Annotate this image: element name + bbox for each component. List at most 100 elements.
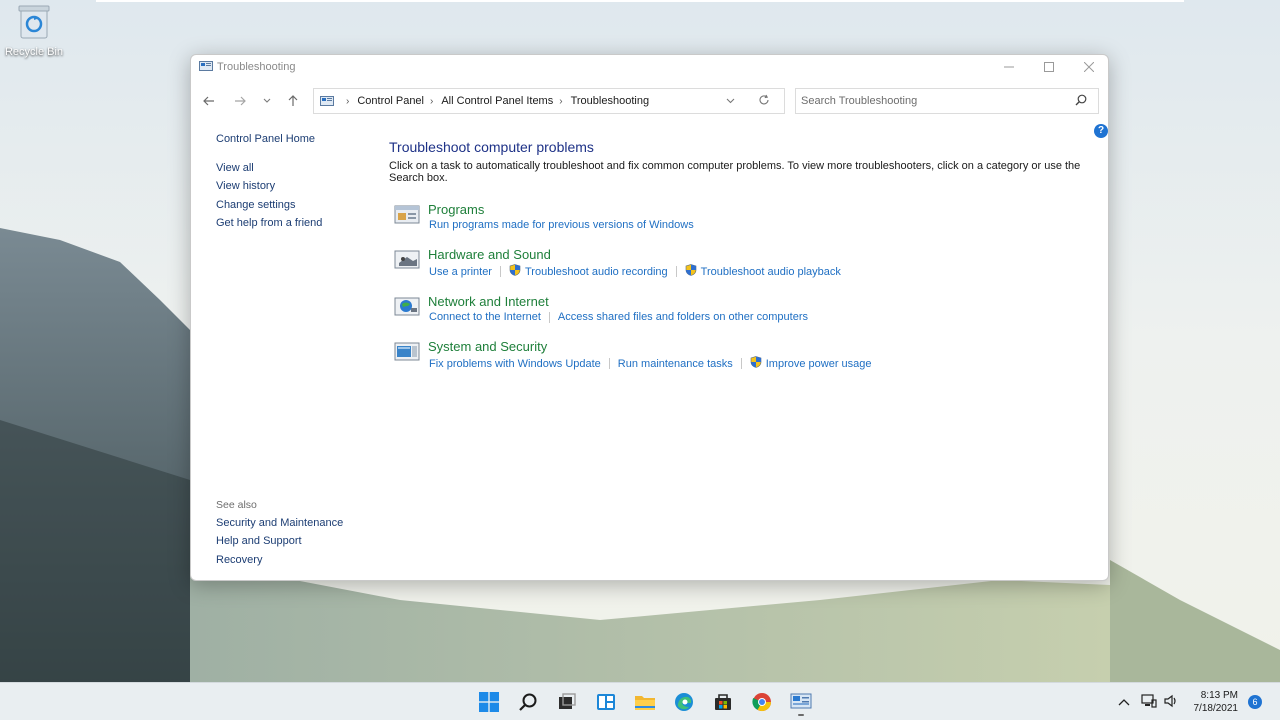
- maximize-icon: [1044, 62, 1054, 72]
- forward-button[interactable]: [230, 88, 250, 114]
- back-button[interactable]: [199, 88, 219, 114]
- breadcrumb-control-panel[interactable]: Control Panel: [357, 95, 424, 107]
- active-app-indicator: [798, 714, 804, 716]
- recent-locations-button[interactable]: [257, 88, 277, 114]
- window-title: Troubleshooting: [217, 61, 296, 73]
- recycle-bin-label: Recycle Bin: [4, 46, 64, 58]
- search-icon[interactable]: [516, 690, 540, 714]
- change-settings-link[interactable]: Change settings: [216, 199, 296, 211]
- close-button[interactable]: [1069, 55, 1108, 79]
- link-label: Fix problems with Windows Update: [429, 357, 601, 370]
- link-divider: [548, 311, 550, 323]
- link-label: Improve power usage: [765, 357, 872, 370]
- audio-playback-link[interactable]: Troubleshoot audio playback: [685, 264, 841, 279]
- chrome-icon[interactable]: [750, 690, 774, 714]
- audio-recording-link[interactable]: Troubleshoot audio recording: [509, 264, 668, 279]
- network-internet-icon: [393, 294, 421, 318]
- uac-shield-icon: [685, 264, 697, 279]
- edge-icon[interactable]: [672, 690, 696, 714]
- navigation-bar: › Control Panel › All Control Panel Item…: [191, 88, 1108, 114]
- recycle-bin-icon: [18, 4, 50, 40]
- title-bar[interactable]: Troubleshooting: [191, 55, 1108, 79]
- minimize-icon: [1004, 66, 1014, 68]
- link-divider: [499, 266, 501, 277]
- control-panel-icon: [320, 95, 334, 107]
- breadcrumb-troubleshooting[interactable]: Troubleshooting: [571, 95, 649, 107]
- task-view-icon[interactable]: [555, 690, 579, 714]
- control-panel-icon: [199, 61, 213, 72]
- volume-icon[interactable]: [1163, 694, 1179, 711]
- security-maintenance-link[interactable]: Security and Maintenance: [216, 517, 343, 529]
- top-edge-strip: [96, 0, 1184, 2]
- category-title-system-security[interactable]: System and Security: [428, 339, 547, 354]
- clock-time: 8:13 PM: [1200, 690, 1238, 701]
- control-panel-icon[interactable]: [789, 690, 813, 714]
- view-history-link[interactable]: View history: [216, 180, 275, 192]
- up-arrow-icon: [288, 95, 298, 106]
- forward-arrow-icon: [235, 96, 246, 106]
- use-printer-link[interactable]: Use a printer: [429, 266, 492, 278]
- link-divider: [740, 358, 742, 369]
- windows-update-link[interactable]: Fix problems with Windows Update: [429, 358, 601, 370]
- search-icon[interactable]: [1075, 94, 1087, 109]
- refresh-button[interactable]: [758, 94, 770, 109]
- chevron-up-icon[interactable]: [1118, 694, 1130, 709]
- help-icon[interactable]: ?: [1094, 124, 1108, 138]
- recovery-link[interactable]: Recovery: [216, 554, 262, 566]
- network-icon[interactable]: [1141, 694, 1157, 711]
- uac-shield-icon: [509, 264, 521, 279]
- link-divider: [675, 266, 677, 277]
- chevron-down-icon: [263, 98, 271, 103]
- back-arrow-icon: [203, 96, 214, 106]
- address-dropdown-button[interactable]: [726, 95, 735, 107]
- link-divider: [608, 358, 610, 369]
- breadcrumb-all-items[interactable]: All Control Panel Items: [441, 95, 553, 107]
- notification-badge[interactable]: 6: [1248, 695, 1262, 709]
- run-old-programs-link[interactable]: Run programs made for previous versions …: [429, 219, 694, 231]
- link-label: Troubleshoot audio recording: [524, 265, 668, 278]
- link-label: Use a printer: [429, 265, 492, 278]
- chevron-right-icon[interactable]: ›: [346, 96, 349, 107]
- page-title: Troubleshoot computer problems: [389, 139, 594, 155]
- taskbar: 8:13 PM 7/18/2021 6: [0, 682, 1280, 720]
- maintenance-tasks-link[interactable]: Run maintenance tasks: [618, 358, 733, 370]
- system-clock[interactable]: 8:13 PM 7/18/2021: [1186, 689, 1239, 715]
- help-support-link[interactable]: Help and Support: [216, 535, 302, 547]
- link-label: Run maintenance tasks: [617, 357, 733, 370]
- hardware-sound-icon: [393, 247, 421, 271]
- start-icon[interactable]: [477, 690, 501, 714]
- control-panel-home-link[interactable]: Control Panel Home: [216, 133, 315, 145]
- category-title-network-internet[interactable]: Network and Internet: [428, 294, 549, 309]
- link-label: Access shared files and folders on other…: [557, 311, 808, 323]
- chevron-down-icon: [726, 98, 735, 104]
- view-all-link[interactable]: View all: [216, 162, 254, 174]
- connect-internet-link[interactable]: Connect to the Internet: [429, 311, 541, 323]
- troubleshooting-window: Troubleshooting › Control Panel › All Co…: [190, 54, 1109, 581]
- recycle-bin[interactable]: Recycle Bin: [4, 4, 64, 58]
- get-help-link[interactable]: Get help from a friend: [216, 217, 322, 229]
- minimize-button[interactable]: [989, 55, 1029, 79]
- search-input[interactable]: [795, 88, 1099, 114]
- clock-date: 7/18/2021: [1193, 703, 1239, 714]
- page-description: Click on a task to automatically trouble…: [389, 160, 1081, 184]
- up-button[interactable]: [283, 88, 303, 114]
- link-label: Troubleshoot audio playback: [700, 265, 841, 278]
- see-also-label: See also: [216, 499, 257, 511]
- widgets-icon[interactable]: [594, 690, 618, 714]
- chevron-right-icon[interactable]: ›: [559, 96, 562, 107]
- uac-shield-icon: [750, 356, 762, 371]
- chevron-right-icon[interactable]: ›: [430, 96, 433, 107]
- store-icon[interactable]: [711, 690, 735, 714]
- power-usage-link[interactable]: Improve power usage: [750, 356, 872, 371]
- file-explorer-icon[interactable]: [633, 690, 657, 714]
- address-bar[interactable]: › Control Panel › All Control Panel Item…: [313, 88, 785, 114]
- close-icon: [1084, 62, 1094, 72]
- shared-files-link[interactable]: Access shared files and folders on other…: [558, 311, 808, 323]
- category-title-hardware-sound[interactable]: Hardware and Sound: [428, 247, 551, 262]
- category-title-programs[interactable]: Programs: [428, 202, 484, 217]
- system-security-icon: [393, 339, 421, 363]
- link-label: Run programs made for previous versions …: [429, 219, 694, 231]
- link-label: Connect to the Internet: [429, 311, 541, 323]
- maximize-button[interactable]: [1029, 55, 1069, 79]
- refresh-icon: [759, 94, 769, 105]
